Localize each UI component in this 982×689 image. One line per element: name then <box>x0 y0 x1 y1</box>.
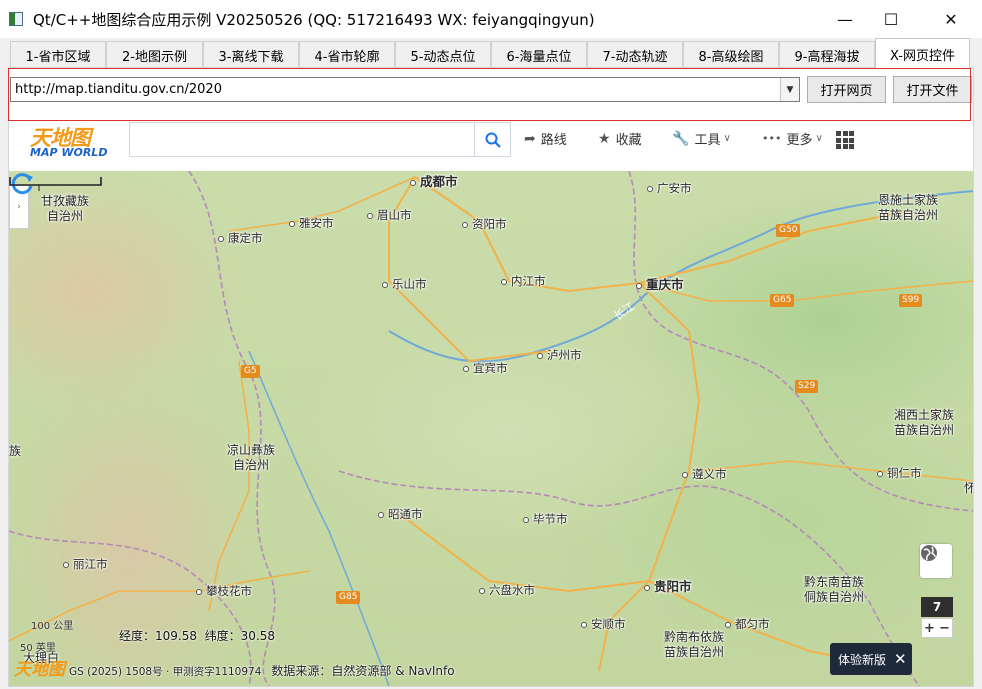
app-icon <box>9 12 23 26</box>
city-label[interactable]: 乐山市 <box>382 276 427 292</box>
tab-massive-points[interactable]: 6-海量点位 <box>491 41 587 68</box>
region-label: 湘西土家族 苗族自治州 <box>894 408 955 437</box>
city-label[interactable]: 六盘水市 <box>479 582 535 598</box>
tools-menu[interactable]: 🔧 工具 ∨ <box>672 129 731 149</box>
tab-province-outline[interactable]: 4-省市轮廓 <box>299 41 395 68</box>
more-menu[interactable]: ••• 更多 ∨ <box>762 129 823 148</box>
maximize-button[interactable]: ☐ <box>868 0 914 38</box>
new-version-banner[interactable]: 体验新版 ✕ <box>830 643 912 675</box>
main-window: Qt/C++地图综合应用示例 V20250526 (QQ: 517216493 … <box>0 0 982 689</box>
city-label[interactable]: 内江市 <box>501 273 546 289</box>
tab-elevation[interactable]: 9-高程海拔 <box>779 41 875 68</box>
chevron-down-icon: ∨ <box>815 133 823 144</box>
map-overlay-lines <box>9 171 973 686</box>
window-title: Qt/C++地图综合应用示例 V20250526 (QQ: 517216493 … <box>33 10 595 29</box>
region-label: 怀 <box>964 481 973 495</box>
city-label[interactable]: 资阳市 <box>462 216 507 232</box>
chevron-down-icon: ∨ <box>723 133 731 144</box>
close-icon: ✕ <box>944 9 958 29</box>
city-label[interactable]: 宜宾市 <box>463 360 508 376</box>
city-label[interactable]: 雅安市 <box>289 215 334 231</box>
tab-advanced-drawing[interactable]: 8-高级绘图 <box>683 41 779 68</box>
city-label[interactable]: 铜仁市 <box>877 465 922 481</box>
region-label: 凉山彝族 自治州 <box>227 443 276 472</box>
city-label[interactable]: 康定市 <box>218 230 263 246</box>
highway-shield: S29 <box>795 380 819 393</box>
favorites-tool[interactable]: ★ 收藏 <box>598 129 642 149</box>
city-label[interactable]: 遵义市 <box>682 466 727 482</box>
star-icon: ★ <box>598 130 611 147</box>
region-label: 族 <box>9 444 22 458</box>
route-label: 路线 <box>540 133 567 148</box>
web-header: 天地图 MAP WORLD ➦ 路线 ★ 收藏 🔧 工具 ∨ ••• 更多 ∨ <box>9 119 973 171</box>
highway-shield: G65 <box>770 294 795 307</box>
region-label: 恩施土家族 苗族自治州 <box>878 193 939 222</box>
map-search-input[interactable] <box>129 122 475 157</box>
logo-en-text: MAP WORLD <box>30 146 108 159</box>
zoom-out-button[interactable]: − <box>939 621 950 636</box>
maximize-icon: ☐ <box>883 9 899 29</box>
city-label[interactable]: 贵阳市 <box>644 576 692 595</box>
city-label[interactable]: 安顺市 <box>581 616 626 632</box>
city-label[interactable]: 毕节市 <box>523 511 568 527</box>
highway-shield: S99 <box>899 294 923 307</box>
title-bar[interactable]: Qt/C++地图综合应用示例 V20250526 (QQ: 517216493 … <box>0 0 982 38</box>
highway-shield: G85 <box>336 591 361 604</box>
copyright-text: GS (2025) 1508号 · 甲测资字1110974 数据来源：自然资源部… <box>69 664 455 678</box>
city-label[interactable]: 重庆市 <box>636 274 684 293</box>
scale-label-km: 100 公里 <box>31 621 74 632</box>
scale-label-mi: 50 英里 <box>20 643 56 654</box>
tab-web-control[interactable]: X-网页控件 <box>875 38 970 69</box>
more-label: 更多 <box>786 133 813 148</box>
tab-offline-download[interactable]: 3-离线下载 <box>203 41 299 68</box>
zoom-control: + − <box>921 618 953 638</box>
tab-bar: 1-省市区域 2-地图示例 3-离线下载 4-省市轮廓 5-动态点位 6-海量点… <box>0 38 982 69</box>
region-label: 黔东南苗族 侗族自治州 <box>804 575 865 604</box>
wrench-icon: 🔧 <box>672 130 690 147</box>
city-label[interactable]: 都匀市 <box>725 616 770 632</box>
map-view[interactable]: › 成都市 广安市 雅安市 眉山市 资阳市 康定市 乐山市 内江市 重庆市 宜宾… <box>9 171 973 686</box>
favorites-label: 收藏 <box>615 133 642 148</box>
city-label[interactable]: 昭通市 <box>378 506 423 522</box>
region-label: 黔南布依族 苗族自治州 <box>664 630 725 659</box>
tab-dynamic-points[interactable]: 5-动态点位 <box>395 41 491 68</box>
search-icon <box>485 132 501 148</box>
layer-switch-button[interactable] <box>920 544 952 578</box>
region-label: 甘孜藏族 自治州 <box>41 194 90 223</box>
city-label[interactable]: 攀枝花市 <box>196 583 252 599</box>
city-label[interactable]: 泸州市 <box>537 347 582 363</box>
highway-shield: G5 <box>241 365 260 378</box>
new-version-label[interactable]: 体验新版 <box>838 651 886 668</box>
route-arrow-icon: ➦ <box>524 130 536 147</box>
scale-bar <box>9 177 102 191</box>
highway-shield: G50 <box>776 224 801 237</box>
city-label[interactable]: 广安市 <box>647 180 692 196</box>
tab-dynamic-track[interactable]: 7-动态轨迹 <box>587 41 683 68</box>
tianditu-logo[interactable]: 天地图 MAP WORLD <box>30 122 110 166</box>
more-dots-icon: ••• <box>762 132 782 145</box>
close-button[interactable]: ✕ <box>928 0 974 38</box>
search-button[interactable] <box>475 122 511 157</box>
zoom-level-display: 7 <box>921 597 953 617</box>
route-tool[interactable]: ➦ 路线 <box>524 129 567 149</box>
close-icon[interactable]: ✕ <box>894 650 907 668</box>
coordinate-readout: 经度：109.58 纬度：30.58 <box>119 629 276 643</box>
tab-province-region[interactable]: 1-省市区域 <box>10 41 106 68</box>
zoom-in-button[interactable]: + <box>924 621 935 636</box>
minimize-icon: — <box>837 9 853 29</box>
tools-label: 工具 <box>694 133 721 148</box>
tianditu-mini-logo: 天地图 <box>14 660 65 680</box>
globe-icon <box>921 545 937 561</box>
city-label[interactable]: 成都市 <box>410 171 458 190</box>
highlight-frame <box>8 68 971 121</box>
tab-map-examples[interactable]: 2-地图示例 <box>106 41 203 68</box>
city-label[interactable]: 眉山市 <box>367 207 412 223</box>
minimize-button[interactable]: — <box>822 0 868 38</box>
apps-grid-icon[interactable] <box>836 131 854 149</box>
city-label[interactable]: 丽江市 <box>63 556 108 572</box>
